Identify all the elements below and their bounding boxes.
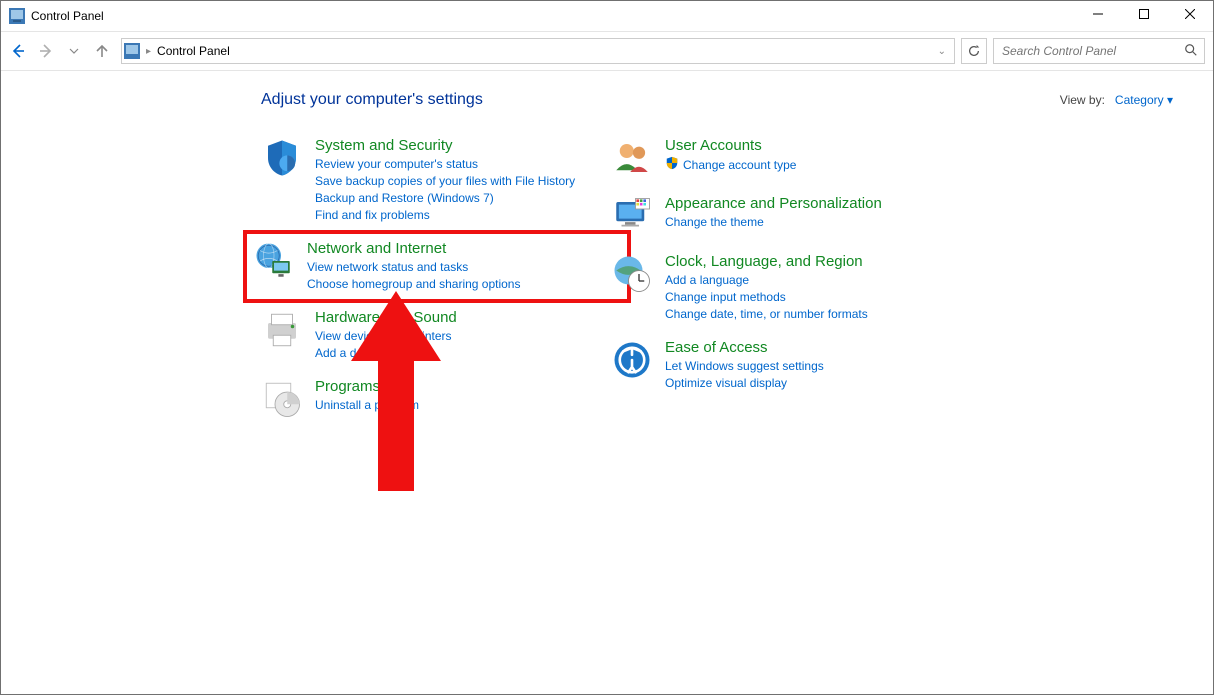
monitor-palette-icon [611,195,653,237]
category-title[interactable]: Hardware and Sound [315,309,457,326]
window-title: Control Panel [31,9,1075,23]
control-panel-addr-icon [124,43,140,59]
content-body: Adjust your computer's settings View by:… [1,71,1213,436]
forward-button[interactable] [37,42,55,60]
category-link[interactable]: Choose homegroup and sharing options [307,276,520,293]
category-link[interactable]: Review your computer's status [315,156,575,173]
column-right: User Accounts Change account type Appear… [611,137,971,436]
shield-icon [261,137,303,179]
ease-of-access-icon [611,339,653,381]
category-link[interactable]: Add a language [665,272,868,289]
chevron-down-icon[interactable]: ⌄ [938,46,946,57]
breadcrumb-item[interactable]: Control Panel [157,44,230,58]
viewby-label: View by: [1060,93,1105,107]
viewby-dropdown[interactable]: Category ▾ [1115,93,1173,107]
recent-dropdown-icon[interactable] [65,42,83,60]
column-left: System and Security Review your computer… [261,137,621,436]
titlebar: Control Panel [1,1,1213,32]
category-title[interactable]: Ease of Access [665,339,824,356]
page-header-row: Adjust your computer's settings View by:… [1,91,1213,109]
category-link[interactable]: Change account type [665,156,796,175]
category-title[interactable]: User Accounts [665,137,796,154]
category-user-accounts: User Accounts Change account type [611,137,971,179]
uac-shield-icon [665,156,679,175]
clock-globe-icon [611,253,653,295]
category-title[interactable]: Network and Internet [307,240,520,257]
search-box[interactable] [993,38,1205,64]
category-link[interactable]: Uninstall a program [315,397,419,414]
search-icon[interactable] [1184,43,1198,60]
close-button[interactable] [1167,0,1213,28]
back-button[interactable] [9,42,27,60]
control-panel-icon [9,8,25,24]
category-link[interactable]: Add a device [315,345,457,362]
search-input[interactable] [1000,43,1184,59]
category-link[interactable]: Let Windows suggest settings [665,358,824,375]
category-hardware-sound: Hardware and Sound View devices and prin… [261,309,621,362]
window-buttons [1075,4,1213,28]
category-link[interactable]: Change input methods [665,289,868,306]
category-system-security: System and Security Review your computer… [261,137,621,224]
viewby-value: Category [1115,93,1164,107]
address-bar[interactable]: ▸ Control Panel ⌄ [121,38,955,64]
category-link-text: Change account type [683,157,796,174]
refresh-button[interactable] [961,38,987,64]
category-link[interactable]: View devices and printers [315,328,457,345]
minimize-button[interactable] [1075,0,1121,28]
up-button[interactable] [93,42,111,60]
category-clock-language: Clock, Language, and Region Add a langua… [611,253,971,323]
category-title[interactable]: System and Security [315,137,575,154]
category-network-highlighted: Network and Internet View network status… [243,230,631,303]
category-ease-of-access: Ease of Access Let Windows suggest setti… [611,339,971,392]
printer-icon [261,309,303,351]
category-link[interactable]: View network status and tasks [307,259,520,276]
globe-network-icon [253,240,295,282]
category-title[interactable]: Programs [315,378,419,395]
category-link[interactable]: Optimize visual display [665,375,824,392]
category-programs: Programs Uninstall a program [261,378,621,420]
category-link[interactable]: Backup and Restore (Windows 7) [315,190,575,207]
category-link[interactable]: Change date, time, or number formats [665,306,868,323]
category-title[interactable]: Clock, Language, and Region [665,253,868,270]
users-icon [611,137,653,179]
disc-icon [261,378,303,420]
chevron-down-icon: ▾ [1167,93,1173,107]
nav-arrows [9,42,111,60]
category-link[interactable]: Change the theme [665,214,882,231]
chevron-right-icon[interactable]: ▸ [146,46,151,57]
category-columns: System and Security Review your computer… [1,137,1213,436]
category-appearance: Appearance and Personalization Change th… [611,195,971,237]
category-link[interactable]: Save backup copies of your files with Fi… [315,173,575,190]
category-link[interactable]: Find and fix problems [315,207,575,224]
category-title[interactable]: Appearance and Personalization [665,195,882,212]
page-title: Adjust your computer's settings [261,91,1060,109]
navbar: ▸ Control Panel ⌄ [1,32,1213,71]
maximize-button[interactable] [1121,0,1167,28]
control-panel-window: Control Panel ▸ Control Panel ⌄ [0,0,1214,695]
